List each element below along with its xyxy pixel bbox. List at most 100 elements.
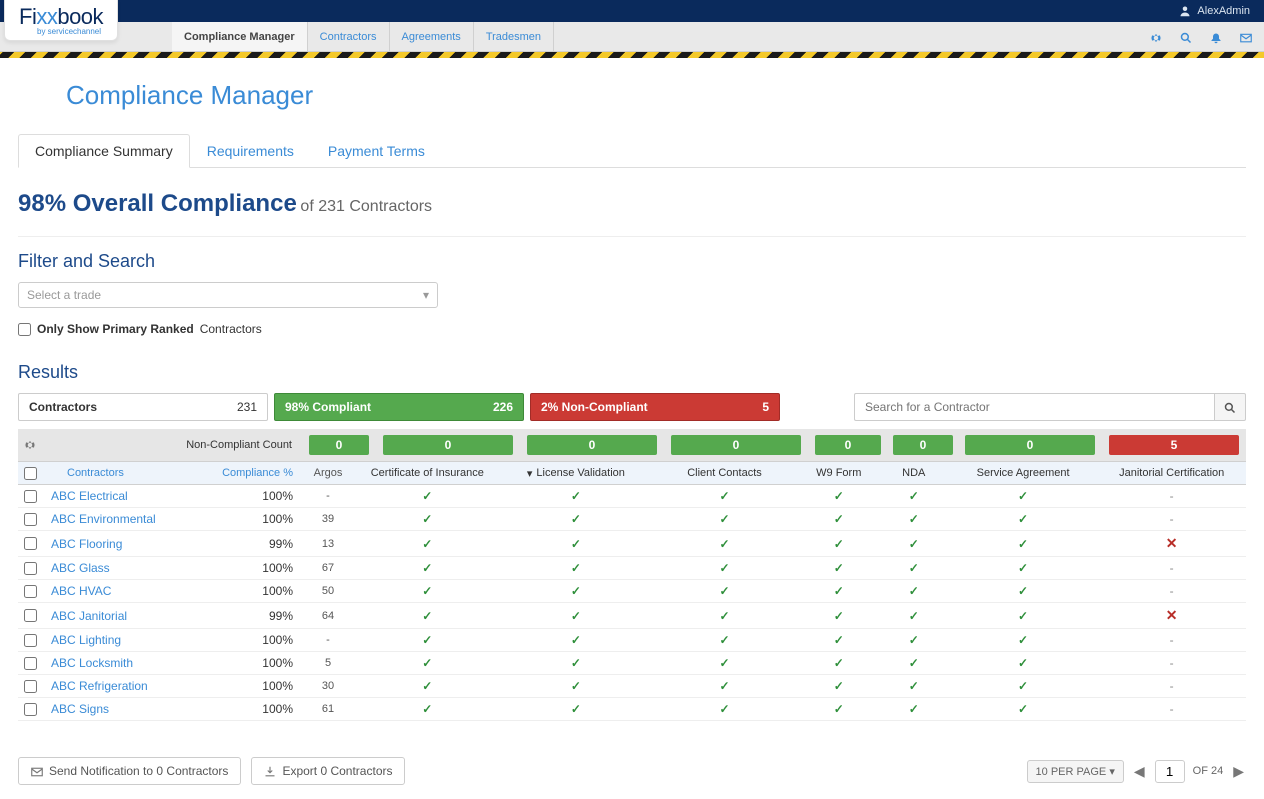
table-row: ABC Refrigeration100%30✓✓✓✓✓✓- <box>18 675 1246 698</box>
contractor-name[interactable]: ABC Lighting <box>47 633 245 647</box>
header-req-4[interactable]: NDA <box>879 462 949 484</box>
table-row: ABC HVAC100%50✓✓✓✓✓✓- <box>18 580 1246 603</box>
tab-payment-terms[interactable]: Payment Terms <box>311 134 442 168</box>
results-heading: Results <box>18 362 1246 383</box>
check-icon: ✓ <box>422 537 432 551</box>
contractor-name[interactable]: ABC Flooring <box>47 537 245 551</box>
contractor-name[interactable]: ABC Electrical <box>47 489 245 503</box>
nav-item-agreements[interactable]: Agreements <box>390 22 474 51</box>
count-req-6[interactable]: 5 <box>1109 435 1239 455</box>
page-of-label: OF 24 <box>1193 765 1224 777</box>
nav-item-compliance-manager[interactable]: Compliance Manager <box>172 22 308 51</box>
header-req-1[interactable]: ▾License Validation <box>502 462 651 484</box>
page-prev[interactable]: ◀ <box>1132 763 1147 780</box>
check-icon: ✓ <box>719 537 729 551</box>
header-req-0[interactable]: Certificate of Insurance <box>353 462 502 484</box>
contractor-name[interactable]: ABC Janitorial <box>47 609 245 623</box>
row-checkbox[interactable] <box>24 657 37 670</box>
user-name[interactable]: AlexAdmin <box>1197 5 1250 17</box>
row-checkbox[interactable] <box>24 680 37 693</box>
contractor-name[interactable]: ABC Signs <box>47 702 245 716</box>
check-icon: ✓ <box>909 489 919 503</box>
check-icon: ✓ <box>719 679 729 693</box>
count-req-4[interactable]: 0 <box>893 435 953 455</box>
check-icon: ✓ <box>1018 561 1028 575</box>
row-checkbox[interactable] <box>24 634 37 647</box>
check-icon: ✓ <box>719 512 729 526</box>
chevron-down-icon: ▾ <box>1109 766 1115 778</box>
contractor-pct: 100% <box>245 489 293 503</box>
contractor-name[interactable]: ABC Refrigeration <box>47 679 245 693</box>
row-checkbox[interactable] <box>24 490 37 503</box>
page-input[interactable] <box>1155 760 1185 783</box>
row-checkbox[interactable] <box>24 609 37 622</box>
logo[interactable]: Fixxbook by servicechannel <box>4 0 118 41</box>
summary-noncompliant[interactable]: 2% Non-Compliant 5 <box>530 393 780 421</box>
tab-requirements[interactable]: Requirements <box>190 134 311 168</box>
summary-contractors[interactable]: Contractors 231 <box>18 393 268 421</box>
check-icon: ✓ <box>571 679 581 693</box>
header-argos[interactable]: Argos <box>303 462 353 484</box>
bell-icon[interactable] <box>1210 29 1222 44</box>
gear-icon[interactable] <box>18 429 42 461</box>
select-all-checkbox[interactable] <box>24 467 37 480</box>
header-compliance-pct[interactable]: Compliance % <box>222 467 293 479</box>
header-contractors[interactable]: Contractors <box>67 467 124 479</box>
contractor-pct: 100% <box>245 633 293 647</box>
check-icon: ✓ <box>422 702 432 716</box>
header-req-6[interactable]: Janitorial Certification <box>1097 462 1246 484</box>
count-req-0[interactable]: 0 <box>383 435 513 455</box>
contractor-search-input[interactable] <box>854 393 1214 421</box>
export-button[interactable]: Export 0 Contractors <box>251 757 405 785</box>
check-icon: ✓ <box>834 512 844 526</box>
check-icon: ✓ <box>909 584 919 598</box>
per-page-select[interactable]: 10 PER PAGE ▾ <box>1027 760 1124 783</box>
check-icon: ✓ <box>719 584 729 598</box>
count-req-5[interactable]: 0 <box>965 435 1095 455</box>
table-row: ABC Janitorial99%64✓✓✓✓✓✓✕ <box>18 603 1246 629</box>
row-checkbox[interactable] <box>24 562 37 575</box>
tab-compliance-summary[interactable]: Compliance Summary <box>18 134 190 168</box>
download-icon <box>264 764 276 778</box>
header-req-2[interactable]: Client Contacts <box>650 462 799 484</box>
header-req-5[interactable]: Service Agreement <box>949 462 1098 484</box>
count-req-1[interactable]: 0 <box>527 435 657 455</box>
chevron-down-icon: ▾ <box>423 288 429 302</box>
check-icon: ✓ <box>422 633 432 647</box>
nav-item-contractors[interactable]: Contractors <box>308 22 390 51</box>
check-icon: ✓ <box>909 609 919 623</box>
row-checkbox[interactable] <box>24 513 37 526</box>
count-argos[interactable]: 0 <box>309 435 369 455</box>
check-icon: ✓ <box>719 633 729 647</box>
contractor-name[interactable]: ABC Glass <box>47 561 245 575</box>
primary-filter-checkbox[interactable]: Only Show Primary Ranked Contractors <box>18 322 1246 336</box>
table-row: ABC Signs100%61✓✓✓✓✓✓- <box>18 698 1246 721</box>
check-icon: ✓ <box>571 537 581 551</box>
count-req-3[interactable]: 0 <box>815 435 881 455</box>
contractor-search-button[interactable] <box>1214 393 1246 421</box>
argos-value: 5 <box>303 652 353 674</box>
nav-item-tradesmen[interactable]: Tradesmen <box>474 22 554 51</box>
row-checkbox[interactable] <box>24 537 37 550</box>
header-req-3[interactable]: W9 Form <box>799 462 879 484</box>
contractor-name[interactable]: ABC HVAC <box>47 584 245 598</box>
settings-icon[interactable] <box>1150 29 1162 44</box>
page-next[interactable]: ▶ <box>1231 763 1246 780</box>
contractor-name[interactable]: ABC Environmental <box>47 512 245 526</box>
trade-select[interactable]: Select a trade ▾ <box>18 282 438 308</box>
row-checkbox[interactable] <box>24 585 37 598</box>
send-notification-button[interactable]: Send Notification to 0 Contractors <box>18 757 241 785</box>
argos-value: 67 <box>303 557 353 579</box>
check-icon: ✓ <box>834 584 844 598</box>
search-icon[interactable] <box>1180 29 1192 44</box>
check-icon: ✓ <box>422 656 432 670</box>
check-icon: ✓ <box>571 489 581 503</box>
mail-icon[interactable] <box>1240 29 1252 44</box>
summary-compliant[interactable]: 98% Compliant 226 <box>274 393 524 421</box>
contractor-name[interactable]: ABC Locksmith <box>47 656 245 670</box>
count-req-2[interactable]: 0 <box>671 435 801 455</box>
primary-filter-input[interactable] <box>18 323 31 336</box>
contractor-pct: 99% <box>245 537 293 551</box>
row-checkbox[interactable] <box>24 703 37 716</box>
contractor-pct: 100% <box>245 702 293 716</box>
